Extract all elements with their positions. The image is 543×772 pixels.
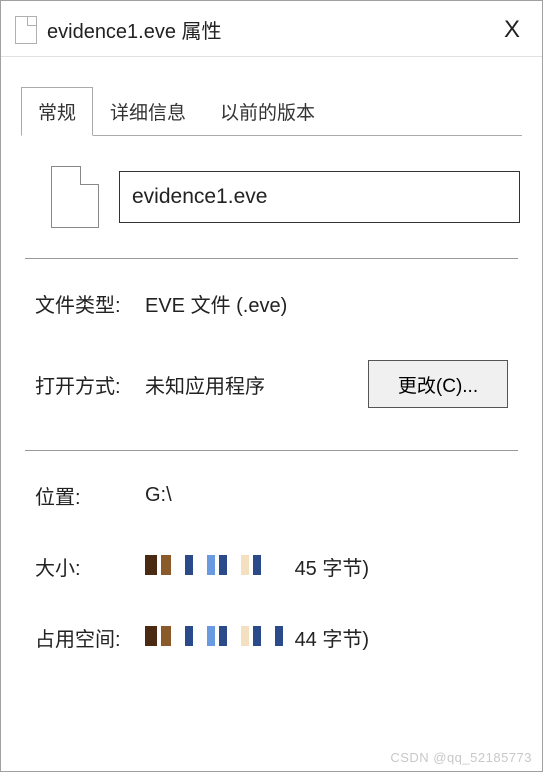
row-opens-with: 打开方式: 未知应用程序 更改(C)... [21, 360, 522, 408]
file-icon [15, 16, 37, 44]
label-filetype: 文件类型: [35, 289, 145, 318]
close-button[interactable]: X [496, 16, 528, 44]
redacted-size [145, 555, 283, 575]
label-size-on-disk: 占用空间: [35, 623, 145, 652]
divider [25, 450, 518, 451]
value-size-suffix: 45 字节) [295, 558, 369, 580]
tab-previous-versions[interactable]: 以前的版本 [203, 87, 332, 136]
value-size-on-disk: 44 字节) [145, 623, 508, 652]
file-type-icon [51, 166, 99, 228]
value-location: G:\ [145, 484, 508, 507]
file-header [21, 166, 522, 228]
content-area: 常规 详细信息 以前的版本 文件类型: EVE 文件 (.eve) 打开方式: … [1, 57, 542, 771]
tab-general[interactable]: 常规 [21, 87, 93, 136]
value-filetype: EVE 文件 (.eve) [145, 289, 508, 318]
tab-details[interactable]: 详细信息 [93, 87, 203, 136]
value-size: 45 字节) [145, 552, 508, 581]
row-size-on-disk: 占用空间: 44 字节) [21, 623, 522, 652]
row-filetype: 文件类型: EVE 文件 (.eve) [21, 289, 522, 318]
window-title: evidence1.eve 属性 [47, 15, 496, 44]
label-size: 大小: [35, 552, 145, 581]
label-opens-with: 打开方式: [35, 370, 145, 399]
change-button[interactable]: 更改(C)... [368, 360, 508, 408]
filename-input[interactable] [119, 171, 520, 223]
properties-dialog: evidence1.eve 属性 X 常规 详细信息 以前的版本 文件类型: E… [0, 0, 543, 772]
divider [25, 258, 518, 259]
value-opens-with: 未知应用程序 [145, 370, 358, 399]
row-location: 位置: G:\ [21, 481, 522, 510]
titlebar: evidence1.eve 属性 X [1, 1, 542, 57]
redacted-size-on-disk [145, 626, 283, 646]
watermark: CSDN @qq_52185773 [390, 750, 532, 765]
label-location: 位置: [35, 481, 145, 510]
tabs-bar: 常规 详细信息 以前的版本 [21, 87, 522, 136]
row-size: 大小: 45 字节) [21, 552, 522, 581]
value-size-on-disk-suffix: 44 字节) [295, 629, 369, 651]
